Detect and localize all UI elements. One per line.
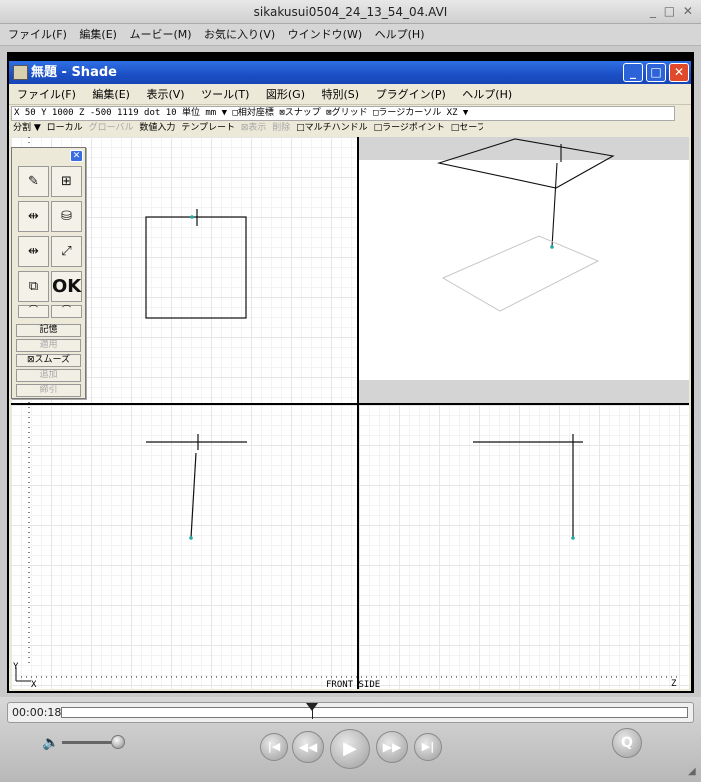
front-view-point [189,536,193,540]
shade-menu-special[interactable]: 特別(S) [322,88,360,101]
curve-small-icon[interactable]: ⌒ [18,305,49,318]
toolbox-panel[interactable]: ✕ ✎ ⊞ ⇹ ⛁ ⇹ ⤢ ⧉ OK ⌒ ⌒ 記憶 適用 ⊠スムーズ 追加 締引 [11,147,86,399]
volume-icon[interactable]: 🔈 [42,735,59,751]
quicktime-logo-icon[interactable]: Q [612,728,642,758]
shade-app-icon [13,65,28,80]
player-title: sikakusui0504_24_13_54_04.AVI [253,5,448,19]
top-view-square [145,216,247,319]
smooth-checkbox[interactable]: ⊠スムーズ [16,354,81,367]
shade-title-bar: 無題 - Shade [9,61,691,84]
figure-window-views[interactable]: Y X FRONT SIDE Z [11,137,689,689]
show-checkbox[interactable]: ⊠表示 [241,123,267,133]
y-axis-label: Y [13,662,19,672]
maximize-button[interactable]: □ [646,63,666,82]
close-button[interactable]: ✕ [669,63,689,82]
playhead-line [311,709,313,719]
local-button[interactable]: ローカル [47,123,83,133]
pencil-tool-icon[interactable]: ✎ [18,166,49,197]
shade-menu-help[interactable]: ヘルプ(H) [462,88,512,101]
minimize-button[interactable]: _ [623,63,643,82]
template-button[interactable]: テンプレート [181,123,235,133]
move-tool-icon[interactable]: ⇹ [18,201,49,232]
add-button[interactable]: 追加 [16,369,81,382]
rewind-icon[interactable]: ◀◀ [292,731,324,763]
player-menu-window[interactable]: ウインドウ(W) [288,28,362,41]
curve-large-icon[interactable]: ⌒ [51,305,82,318]
numeric-input-button[interactable]: 数値入力 [139,123,175,133]
split-dropdown[interactable]: 分割 ▼ [13,123,41,133]
hierarchy-tool-icon[interactable]: ⊞ [51,166,82,197]
perspective-top-plane [436,138,615,189]
delete-button[interactable]: 削除 [272,123,290,133]
cylinder-tool-icon[interactable]: ⛁ [51,201,82,232]
shade-menu-edit[interactable]: 編集(E) [92,88,130,101]
perspective-line [551,162,558,248]
perspective-bottom-plane [441,235,600,312]
player-menu-help[interactable]: ヘルプ(H) [375,28,425,41]
ok-button[interactable]: OK [51,271,82,302]
player-window-buttons[interactable]: _ □ ✕ [650,4,695,18]
x-axis-label: X [31,680,37,689]
line-tool-icon[interactable]: ⤢ [51,236,82,267]
timecode: 00:00:18 [12,706,62,719]
fast-forward-icon[interactable]: ▶▶ [376,731,408,763]
front-view-line [190,452,197,539]
coordinate-status-bar[interactable]: X 50 Y 1000 Z -500 1119 dot 10 単位 mm ▼ □… [11,106,675,121]
player-menu-movie[interactable]: ムービー(M) [129,28,191,41]
view-shapes: Y X FRONT SIDE Z [13,137,681,689]
resize-grip-icon[interactable]: ◢ [688,766,696,777]
shade-menu-tool[interactable]: ツール(T) [201,88,249,101]
view-options-bar: 分割 ▼ ローカル グローバル 数値入力 テンプレート ⊠表示 削除 □マルチハ… [11,121,483,136]
global-button[interactable]: グローバル [89,123,134,133]
shade-menu-file[interactable]: ファイル(F) [17,88,76,101]
large-point-checkbox[interactable]: □ラージポイント [374,123,445,133]
volume-knob[interactable] [111,735,125,749]
shade-menu-plugin[interactable]: プラグイン(P) [376,88,446,101]
go-to-start-icon[interactable]: |◀ [260,733,288,761]
shade-menu-view[interactable]: 表示(V) [146,88,184,101]
apply-button[interactable]: 適用 [16,339,81,352]
shade-title: 無題 - Shade [31,65,117,80]
memory-button[interactable]: 記憶 [16,324,81,337]
player-title-bar: sikakusui0504_24_13_54_04.AVI [0,0,701,24]
player-menu-edit[interactable]: 編集(E) [79,28,117,41]
multi-handle-checkbox[interactable]: □マルチハンドル [296,123,368,133]
go-to-end-icon[interactable]: ▶| [414,733,442,761]
tighten-button[interactable]: 締引 [16,384,81,397]
player-menu-favorites[interactable]: お気に入り(V) [204,28,275,41]
timeline-track[interactable] [61,707,688,718]
play-icon[interactable]: ▶ [330,729,370,769]
top-view-point [190,215,194,219]
toolbox-close-button[interactable]: ✕ [70,150,83,162]
shade-menu-bar: ファイル(F) 編集(E) 表示(V) ツール(T) 図形(G) 特別(S) プ… [9,84,691,105]
shade-menu-shape[interactable]: 図形(G) [266,88,305,101]
scale-tool-icon[interactable]: ⇹ [18,236,49,267]
front-side-label: FRONT SIDE [326,680,380,689]
copy-tool-icon[interactable]: ⧉ [18,271,49,302]
z-axis-label: Z [671,679,677,689]
player-menu-file[interactable]: ファイル(F) [8,28,67,41]
perspective-point [550,245,554,249]
safe-zone-checkbox[interactable]: □セーフゾーン [451,123,483,133]
side-view-point [571,536,575,540]
player-menu-bar: ファイル(F) 編集(E) ムービー(M) お気に入り(V) ウインドウ(W) … [0,24,701,46]
